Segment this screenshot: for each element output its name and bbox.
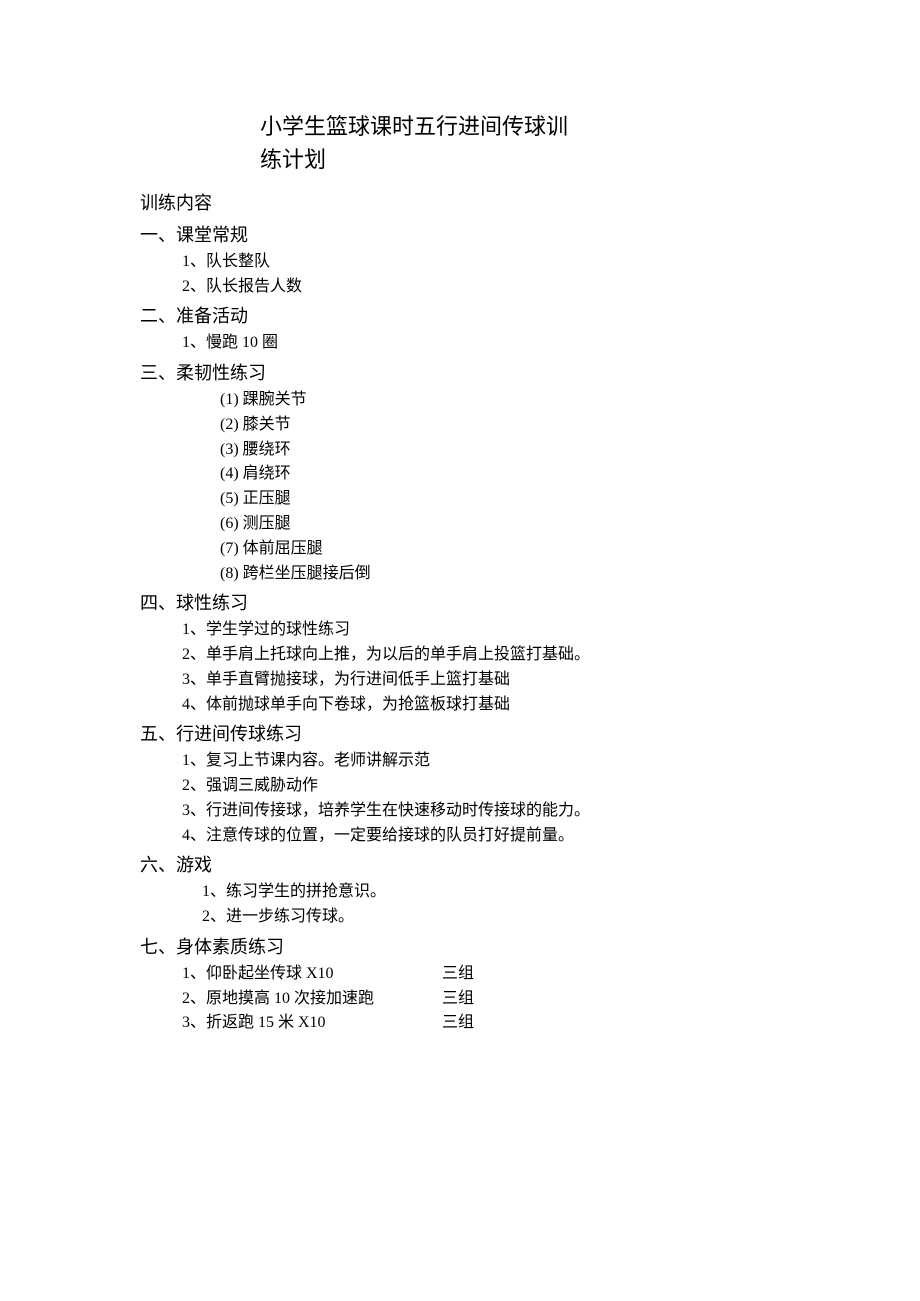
list-item: (8) 跨栏坐压腿接后倒 <box>220 562 780 587</box>
title-line-1: 小学生篮球课时五行进间传球训 <box>260 110 580 143</box>
section-1-header: 一、课堂常规 <box>140 222 780 250</box>
section-4-header: 四、球性练习 <box>140 590 780 618</box>
quality-sets: 三组 <box>442 1011 474 1036</box>
list-item: 1、学生学过的球性练习 <box>182 618 780 643</box>
quality-sets: 三组 <box>442 987 474 1012</box>
document-title: 小学生篮球课时五行进间传球训 练计划 <box>260 110 580 176</box>
list-item: (3) 腰绕环 <box>220 438 780 463</box>
title-line-2: 练计划 <box>260 143 580 176</box>
quality-label: 2、原地摸高 10 次接加速跑 <box>182 987 442 1012</box>
list-item: 2、队长报告人数 <box>182 275 780 300</box>
list-item: 4、注意传球的位置，一定要给接球的队员打好提前量。 <box>182 824 780 849</box>
list-item: (5) 正压腿 <box>220 487 780 512</box>
list-item: (4) 肩绕环 <box>220 462 780 487</box>
section-6-header: 六、游戏 <box>140 852 780 880</box>
list-item: 3、行进间传接球，培养学生在快速移动时传接球的能力。 <box>182 799 780 824</box>
list-item: (7) 体前屈压腿 <box>220 537 780 562</box>
list-item: 1、复习上节课内容。老师讲解示范 <box>182 749 780 774</box>
quality-sets: 三组 <box>442 962 474 987</box>
list-item: (1) 踝腕关节 <box>220 388 780 413</box>
quality-label: 3、折返跑 15 米 X10 <box>182 1011 442 1036</box>
list-item: 1、仰卧起坐传球 X10 三组 <box>182 962 780 987</box>
list-item: 2、进一步练习传球。 <box>202 905 780 930</box>
section-7-header: 七、身体素质练习 <box>140 934 780 962</box>
list-item: 3、折返跑 15 米 X10 三组 <box>182 1011 780 1036</box>
list-item: 4、体前抛球单手向下卷球，为抢篮板球打基础 <box>182 693 780 718</box>
content-header: 训练内容 <box>140 190 780 218</box>
section-3-header: 三、柔韧性练习 <box>140 360 780 388</box>
list-item: 2、单手肩上托球向上推，为以后的单手肩上投篮打基础。 <box>182 643 780 668</box>
list-item: 1、队长整队 <box>182 250 780 275</box>
list-item: 2、强调三威胁动作 <box>182 774 780 799</box>
list-item: (2) 膝关节 <box>220 413 780 438</box>
section-5-header: 五、行进间传球练习 <box>140 721 780 749</box>
section-2-header: 二、准备活动 <box>140 303 780 331</box>
list-item: (6) 测压腿 <box>220 512 780 537</box>
list-item: 1、练习学生的拼抢意识。 <box>202 880 780 905</box>
quality-label: 1、仰卧起坐传球 X10 <box>182 962 442 987</box>
list-item: 3、单手直臂抛接球，为行进间低手上篮打基础 <box>182 668 780 693</box>
list-item: 2、原地摸高 10 次接加速跑 三组 <box>182 987 780 1012</box>
list-item: 1、慢跑 10 圈 <box>182 331 780 356</box>
